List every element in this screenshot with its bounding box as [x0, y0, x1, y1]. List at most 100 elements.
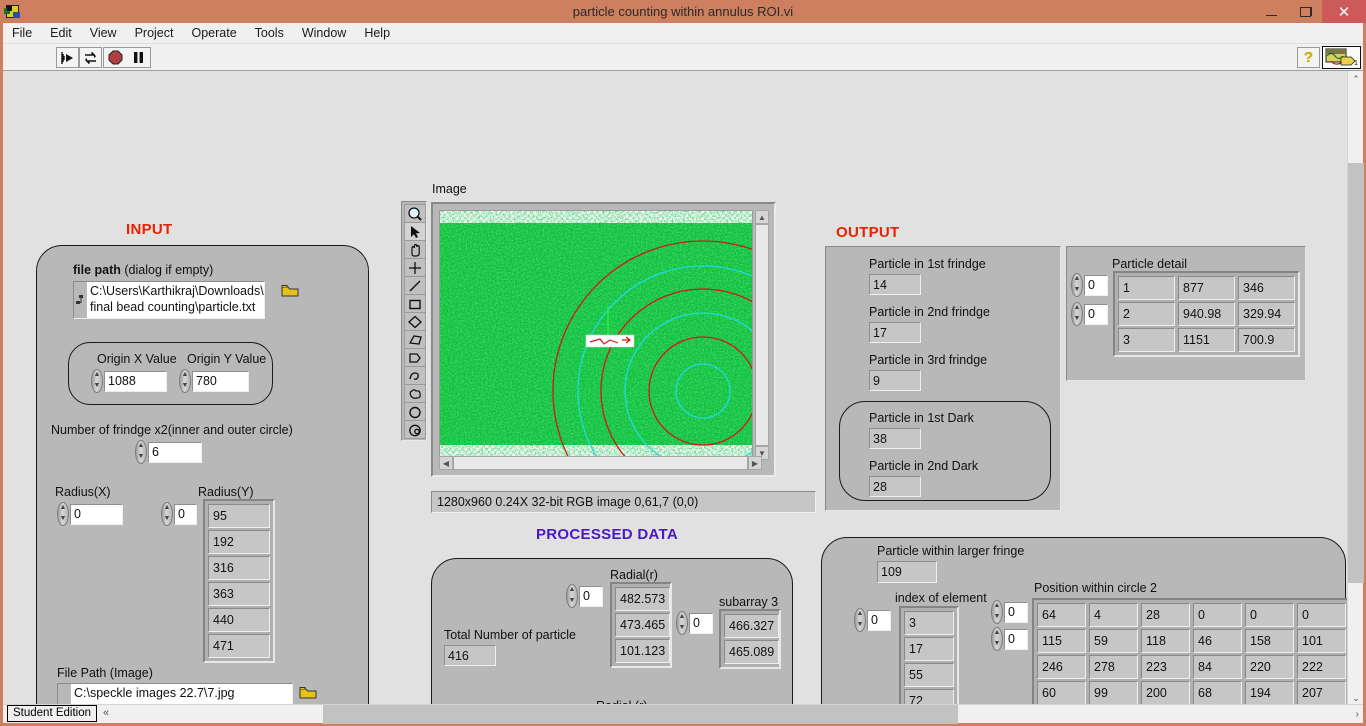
broken-line-icon[interactable]: [404, 348, 426, 367]
browse-file-path-button[interactable]: [281, 283, 300, 299]
array-cell[interactable]: 220: [1245, 655, 1294, 679]
array-cell[interactable]: 700.9: [1238, 328, 1295, 352]
array-cell[interactable]: 46: [1193, 629, 1242, 653]
image-scroll-left-button[interactable]: ◀: [439, 456, 453, 470]
array-cell[interactable]: 1: [1118, 276, 1175, 300]
image-vertical-scrollbar[interactable]: [755, 224, 769, 446]
particle-detail-row-index[interactable]: ▲ ▼ 0: [1071, 273, 1108, 297]
array-cell[interactable]: 329.94: [1238, 302, 1295, 326]
close-button[interactable]: ✕: [1322, 0, 1366, 23]
radius-y-array[interactable]: 95 192 316 363 440 471: [203, 499, 275, 663]
origin-x-value[interactable]: 1088: [104, 370, 167, 392]
array-cell[interactable]: 101.123: [615, 639, 671, 663]
radial-array-index-spinner[interactable]: ▲ ▼: [566, 584, 578, 608]
array-cell[interactable]: 877: [1178, 276, 1235, 300]
abort-button[interactable]: [104, 48, 127, 67]
oval-icon[interactable]: [404, 402, 426, 421]
radius-x-array[interactable]: ▲ ▼ 0: [57, 502, 123, 526]
subarray-index-spinner[interactable]: ▲ ▼: [676, 611, 688, 635]
radius-y-index-group[interactable]: ▲ ▼ 0: [161, 502, 197, 526]
menu-item-edit[interactable]: Edit: [41, 23, 81, 44]
position-row-index-group[interactable]: ▲ ▼ 0: [991, 600, 1028, 624]
particle-detail-row-index-value[interactable]: 0: [1084, 274, 1108, 296]
array-cell[interactable]: 246: [1037, 655, 1086, 679]
origin-x-numeric[interactable]: ▲ ▼ 1088: [91, 369, 167, 393]
zoom-icon[interactable]: [404, 204, 426, 223]
array-cell[interactable]: 222: [1297, 655, 1346, 679]
menu-item-tools[interactable]: Tools: [246, 23, 293, 44]
menu-item-view[interactable]: View: [81, 23, 126, 44]
particle-detail-col-spinner[interactable]: ▲ ▼: [1071, 302, 1083, 326]
origin-y-value[interactable]: 780: [192, 370, 249, 392]
position-row-spinner[interactable]: ▲ ▼: [991, 600, 1003, 624]
array-cell[interactable]: 68: [1193, 681, 1242, 705]
menu-item-help[interactable]: Help: [355, 23, 399, 44]
image-scroll-right-button[interactable]: ▶: [748, 456, 762, 470]
pan-icon[interactable]: [404, 240, 426, 259]
array-cell[interactable]: 940.98: [1178, 302, 1235, 326]
particle-detail-col-index-value[interactable]: 0: [1084, 303, 1108, 325]
radial-array-index[interactable]: 0: [579, 585, 603, 607]
particle-detail-array[interactable]: 1 877 346 2 940.98 329.94 3 1151 700.9: [1113, 271, 1300, 357]
subarray-array[interactable]: 466.327 465.089: [719, 609, 781, 669]
origin-x-spinner[interactable]: ▲ ▼: [91, 369, 103, 393]
context-help-button[interactable]: ?: [1297, 47, 1320, 68]
origin-y-numeric[interactable]: ▲ ▼ 780: [179, 369, 249, 393]
pause-button[interactable]: [127, 48, 150, 67]
array-cell[interactable]: 0: [1297, 603, 1346, 627]
array-cell[interactable]: 363: [208, 582, 270, 606]
array-cell[interactable]: 471: [208, 634, 270, 658]
annulus-icon[interactable]: [404, 420, 426, 439]
image-scroll-up-button[interactable]: ▲: [755, 210, 769, 224]
panel-vertical-scrollbar[interactable]: ⌃ ⌄: [1347, 71, 1364, 707]
subarray-index-group[interactable]: ▲ ▼ 0: [676, 611, 713, 635]
position-col-index-group[interactable]: ▲ ▼ 0: [991, 627, 1028, 651]
array-cell[interactable]: 465.089: [724, 640, 780, 664]
array-cell[interactable]: 223: [1141, 655, 1190, 679]
radius-x-index[interactable]: 0: [70, 503, 123, 525]
cursor-icon[interactable]: [404, 222, 426, 241]
panel-scroll-up-icon[interactable]: ⌃: [1348, 71, 1364, 88]
radius-y-index[interactable]: 0: [174, 503, 197, 525]
array-cell[interactable]: 118: [1141, 629, 1190, 653]
index-of-element-index-group[interactable]: ▲ ▼ 0: [854, 608, 891, 632]
array-cell[interactable]: 466.327: [724, 614, 780, 638]
origin-y-spinner[interactable]: ▲ ▼: [179, 369, 191, 393]
array-cell[interactable]: 3: [1118, 328, 1175, 352]
array-cell[interactable]: 4: [1089, 603, 1138, 627]
fringe-count-spinner[interactable]: ▲ ▼: [135, 440, 147, 464]
index-of-element-array[interactable]: 3175572100109: [899, 606, 959, 707]
array-cell[interactable]: 0: [1245, 603, 1294, 627]
particle-detail-row-spinner[interactable]: ▲ ▼: [1071, 273, 1083, 297]
array-cell[interactable]: 115: [1037, 629, 1086, 653]
menu-item-file[interactable]: File: [3, 23, 41, 44]
rectangle-icon[interactable]: [404, 294, 426, 313]
array-cell[interactable]: 64: [1037, 603, 1086, 627]
array-cell[interactable]: 101: [1297, 629, 1346, 653]
point-icon[interactable]: [404, 258, 426, 277]
position-row-index[interactable]: 0: [1004, 601, 1028, 623]
minimize-button[interactable]: [1254, 0, 1288, 23]
image-canvas[interactable]: [439, 210, 753, 460]
array-cell[interactable]: 200: [1141, 681, 1190, 705]
panel-horizontal-scroll-thumb[interactable]: [323, 705, 958, 724]
panel-scroll-right-icon[interactable]: ›: [1356, 705, 1359, 724]
array-cell[interactable]: 84: [1193, 655, 1242, 679]
array-cell[interactable]: 207: [1297, 681, 1346, 705]
freehand-line-icon[interactable]: [404, 366, 426, 385]
polygon-icon[interactable]: [404, 330, 426, 349]
array-cell[interactable]: 55: [904, 663, 954, 687]
radius-x-index-spinner[interactable]: ▲ ▼: [57, 502, 69, 526]
array-cell[interactable]: 28: [1141, 603, 1190, 627]
run-button[interactable]: [56, 47, 79, 68]
array-cell[interactable]: 482.573: [615, 587, 671, 611]
file-path-input[interactable]: C:\Users\Karthikraj\Downloads\ final bea…: [73, 281, 265, 319]
menu-item-project[interactable]: Project: [126, 23, 183, 44]
position-col-index[interactable]: 0: [1004, 628, 1028, 650]
position-col-spinner[interactable]: ▲ ▼: [991, 627, 1003, 651]
array-cell[interactable]: 346: [1238, 276, 1295, 300]
image-display-frame[interactable]: ▲ ▼ ◀ ▶: [431, 202, 776, 477]
maximize-restore-button[interactable]: [1288, 0, 1322, 23]
array-cell[interactable]: 3: [904, 611, 954, 635]
array-cell[interactable]: 59: [1089, 629, 1138, 653]
